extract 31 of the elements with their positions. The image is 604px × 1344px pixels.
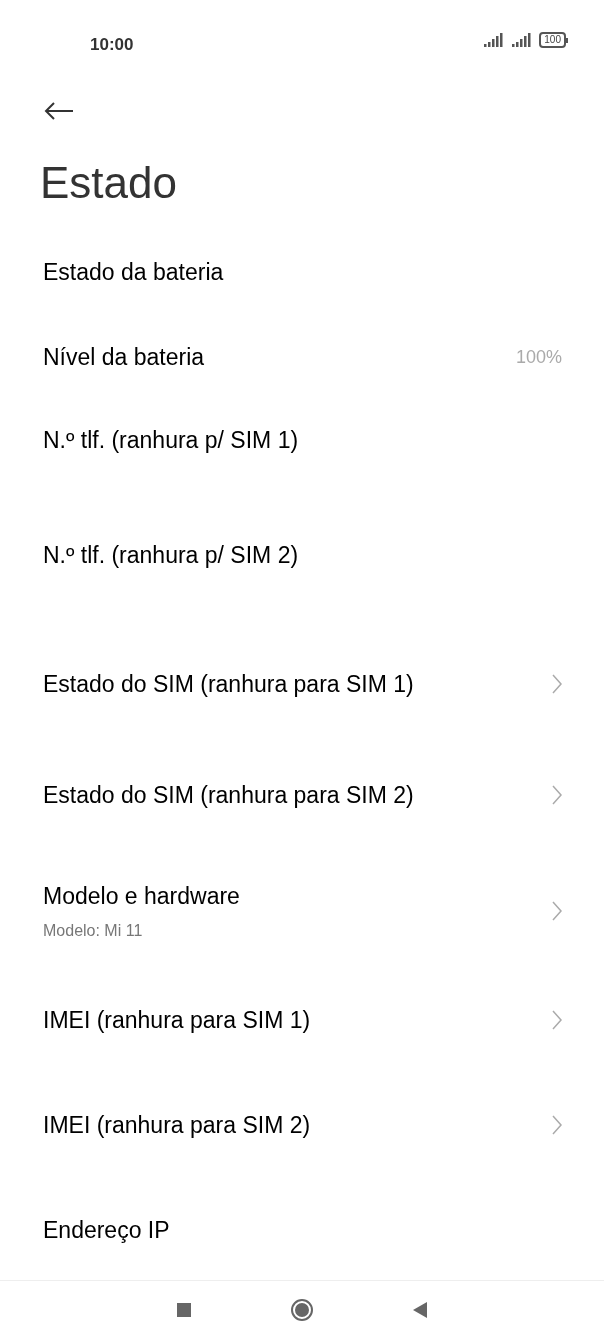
row-label: N.º tlf. (ranhura p/ SIM 2) [43,540,299,570]
row-label: Estado do SIM (ranhura para SIM 1) [43,669,414,699]
row-label: Estado do SIM (ranhura para SIM 2) [43,780,414,810]
settings-row[interactable]: Nível da bateria 100% [0,315,604,400]
row-label: IMEI (ranhura para SIM 1) [43,1005,311,1035]
row-label: N.º tlf. (ranhura p/ SIM 1) [43,425,299,455]
row-sublabel: Modelo: Mi 11 [43,921,144,942]
row-value: 100% [515,346,562,369]
battery-icon: 100 [539,32,568,48]
status-time: 10:00 [90,34,134,56]
settings-row[interactable]: Estado do SIM (ranhura para SIM 1) [0,630,604,738]
settings-row[interactable]: Estado da bateria [0,230,604,315]
settings-row[interactable]: IMEI (ranhura para SIM 2) [0,1070,604,1180]
page-title: Estado [40,157,177,209]
row-label: Nível da bateria [43,343,205,373]
signal-icon [483,32,506,48]
back-button[interactable] [413,1301,427,1318]
row-label: IMEI (ranhura para SIM 2) [43,1110,311,1140]
home-button[interactable] [291,1298,313,1321]
recents-button[interactable] [177,1302,191,1317]
settings-row[interactable]: N.º tlf. (ranhura p/ SIM 1) [0,400,604,480]
back-arrow-icon[interactable] [44,101,74,121]
row-label: Endereço IP [43,1215,170,1245]
settings-row[interactable]: Endereço IP [0,1180,604,1280]
row-label: Estado da bateria [43,258,224,288]
settings-row[interactable]: N.º tlf. (ranhura p/ SIM 2) [0,480,604,630]
settings-row[interactable]: Estado do SIM (ranhura para SIM 2) [0,738,604,852]
signal-icon [511,32,534,48]
settings-row[interactable]: IMEI (ranhura para SIM 1) [0,970,604,1070]
settings-row[interactable]: Modelo e hardware Modelo: Mi 11 [0,852,604,970]
row-label: Modelo e hardware [43,881,240,911]
